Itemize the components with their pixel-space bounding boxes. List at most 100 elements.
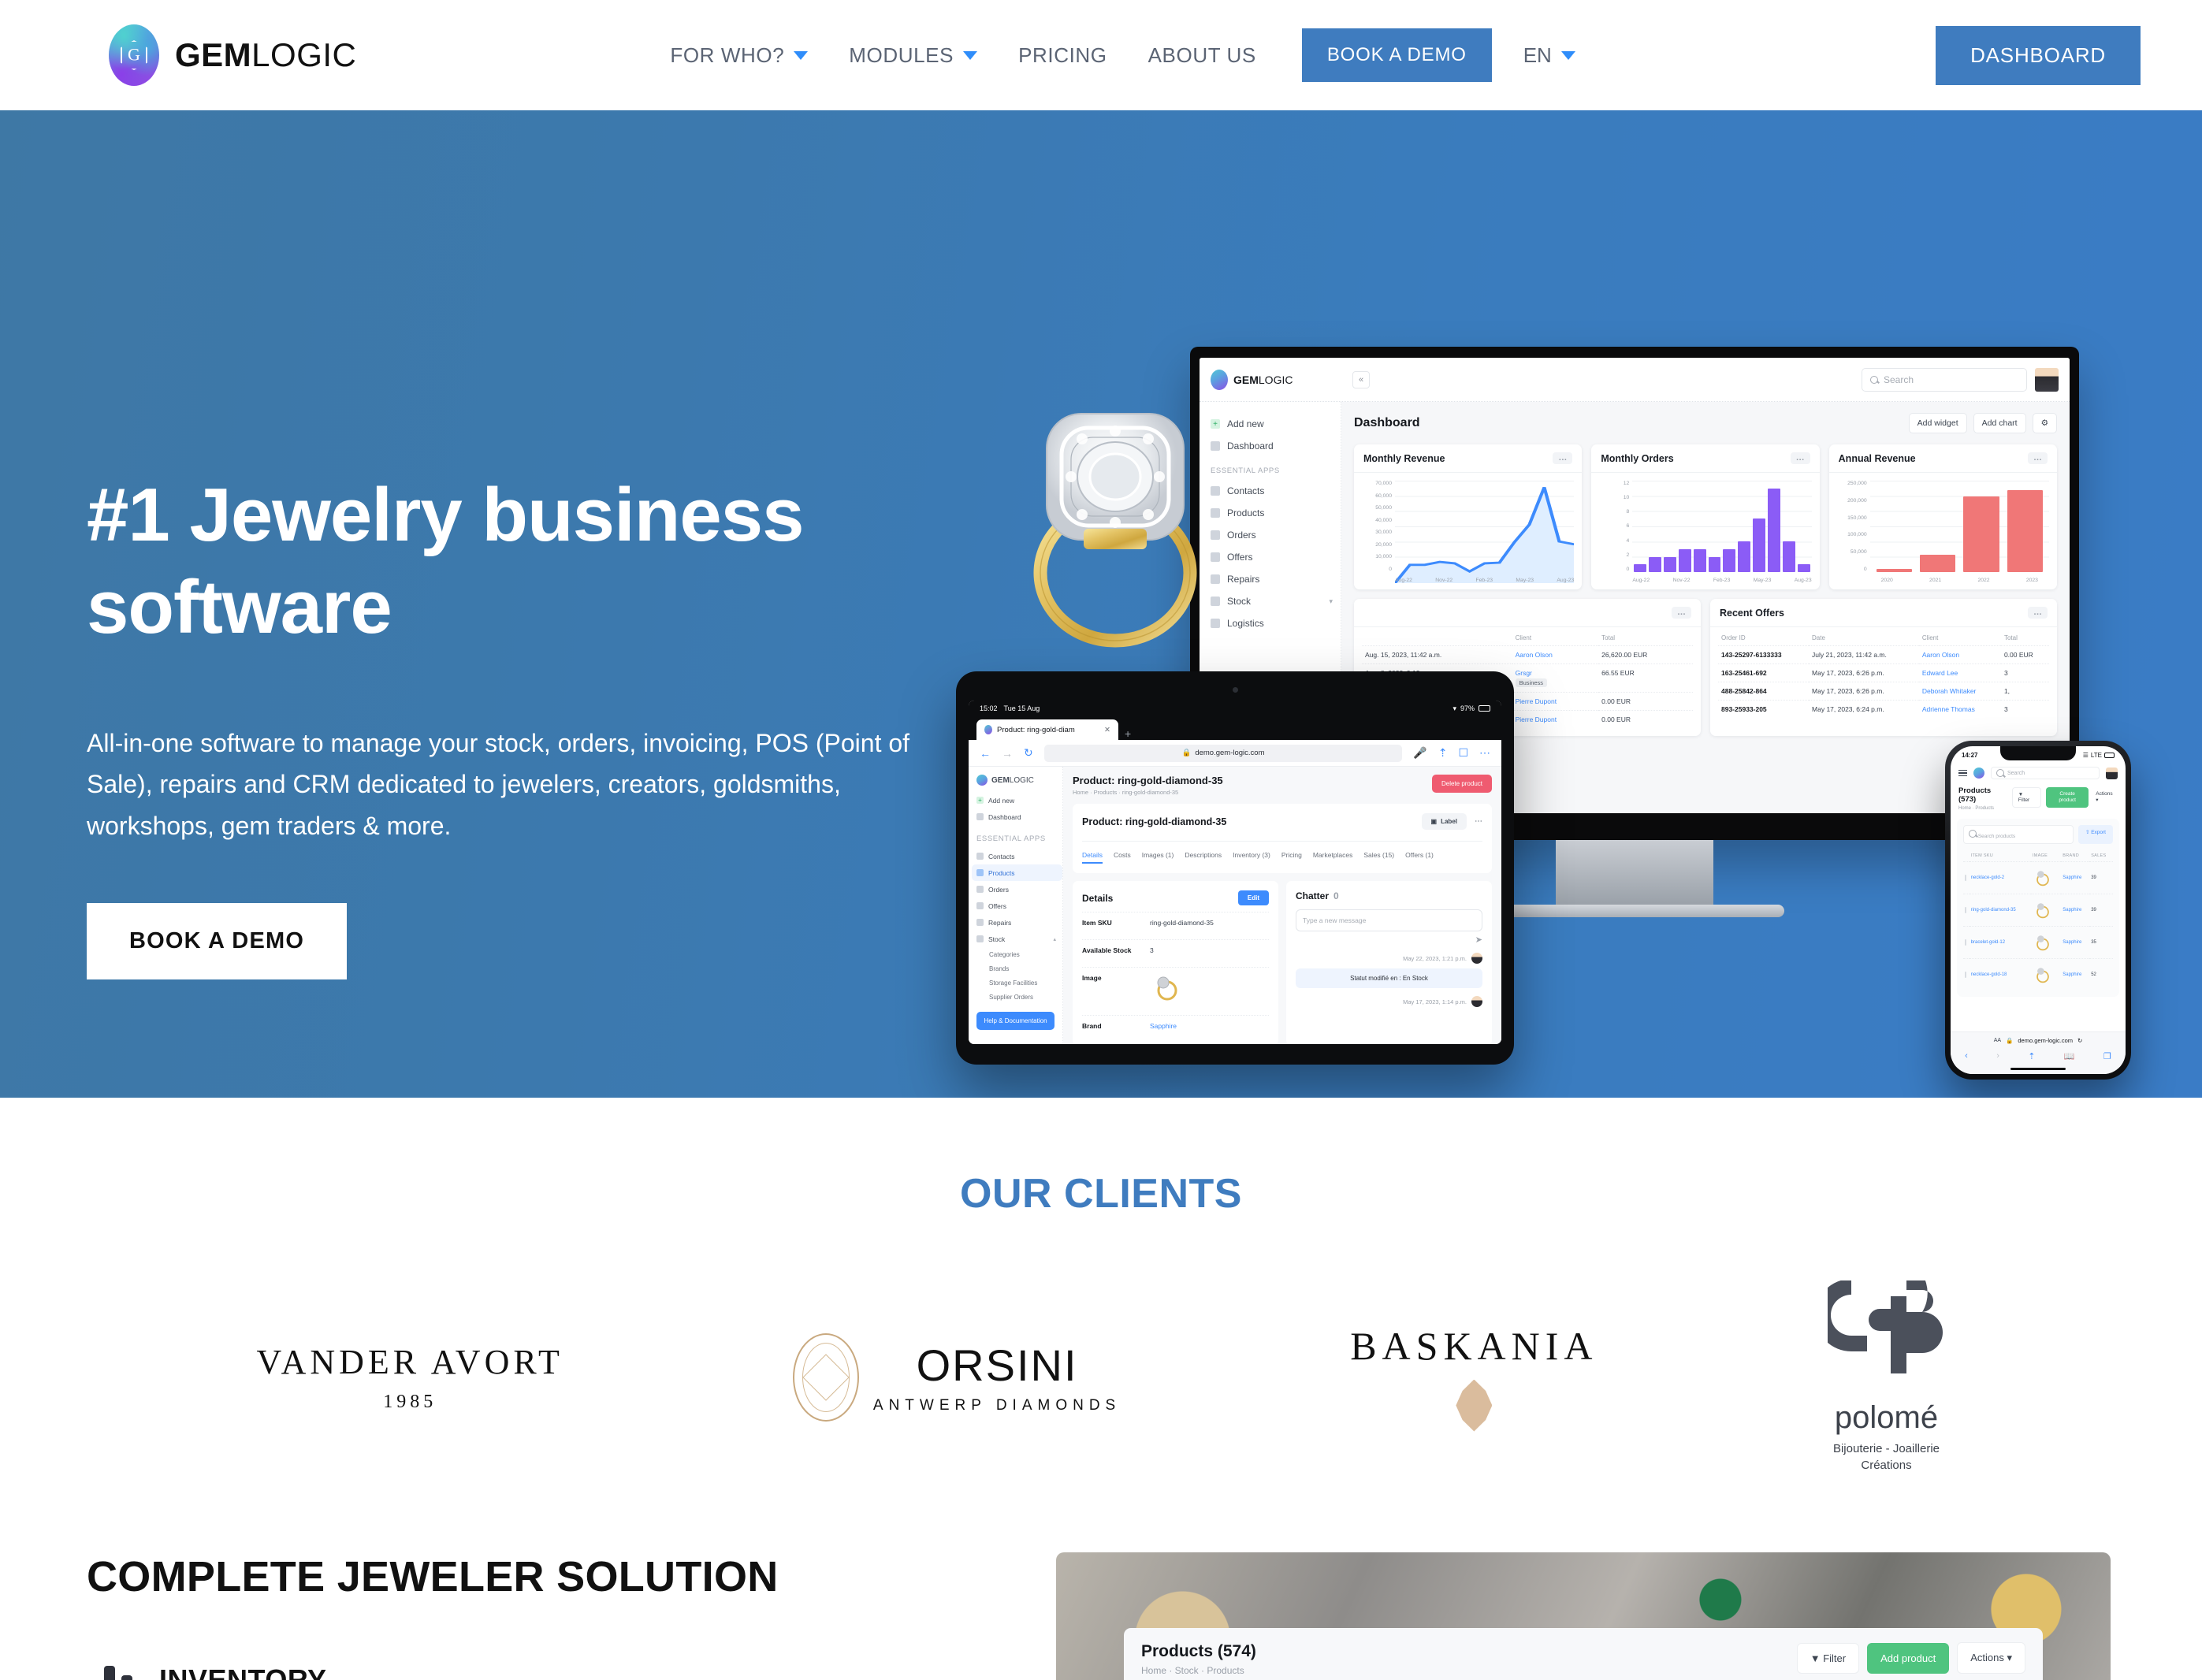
bookmarks-icon[interactable]: 📖 — [2064, 1051, 2075, 1061]
sidebar-subitem-supplier-orders[interactable]: Supplier Orders — [976, 990, 1062, 1004]
label-button[interactable]: ▣ Label — [1421, 813, 1467, 830]
microphone-icon[interactable]: 🎤 — [1413, 746, 1426, 760]
cell-sku: necklace-gold-18 — [1969, 957, 2031, 991]
dashboard-actions: Add widget Add chart ⚙ — [1908, 413, 2057, 433]
share-icon[interactable]: ⇡ — [1438, 746, 1448, 760]
tabs-icon[interactable]: ❐ — [2103, 1051, 2111, 1061]
address-bar[interactable]: 🔒 demo.gem-logic.com — [1043, 744, 1403, 762]
product-tab[interactable]: Costs — [1114, 851, 1131, 864]
back-icon[interactable]: ← — [980, 747, 991, 760]
chevron-down-icon — [794, 50, 809, 60]
table-row[interactable]: 893-25933-205 May 17, 2023, 6:24 p.m. Ad… — [1718, 700, 2049, 718]
reload-icon[interactable]: ↻ — [2077, 1037, 2082, 1044]
help-documentation-button[interactable]: Help & Documentation — [976, 1012, 1055, 1030]
back-icon[interactable]: ‹ — [1965, 1051, 1968, 1061]
hero-book-a-demo-button[interactable]: BOOK A DEMO — [87, 902, 348, 979]
forward-icon[interactable]: → — [1002, 747, 1013, 760]
create-product-button[interactable]: Create product — [2046, 787, 2089, 808]
chatter-card: Chatter 0 Type a new message ➤ May 22, 20… — [1286, 881, 1492, 1044]
brand-logo[interactable]: GEMLOGIC — [109, 24, 356, 86]
book-a-demo-button[interactable]: BOOK A DEMO — [1301, 28, 1492, 82]
more-icon[interactable]: ⋯ — [1479, 746, 1490, 760]
add-chart-button[interactable]: Add chart — [1973, 413, 2026, 433]
product-tab[interactable]: Images (1) — [1142, 851, 1174, 864]
sidebar-subitem-categories[interactable]: Categories — [976, 947, 1062, 961]
tabs-icon[interactable]: ☐ — [1458, 746, 1468, 760]
table-row[interactable]: ring-gold-diamond-35 Sapphire 39 — [1963, 893, 2113, 927]
filter-button[interactable]: ▼ Filter — [1796, 1642, 1860, 1674]
new-tab-icon[interactable]: + — [1125, 727, 1131, 740]
add-product-button[interactable]: Add product — [1867, 1642, 1950, 1674]
product-tab[interactable]: Pricing — [1281, 851, 1302, 864]
table-row[interactable]: 488-25842-864 May 17, 2023, 6:26 p.m. De… — [1718, 682, 2049, 701]
dashboard-button[interactable]: DASHBOARD — [1936, 25, 2141, 85]
forward-icon[interactable]: › — [1996, 1051, 1999, 1061]
sidebar-item-stock[interactable]: Stock ▴ — [976, 931, 1062, 947]
sidebar-item-offers[interactable]: Offers — [976, 898, 1062, 914]
nav-item-about-us[interactable]: ABOUT US — [1128, 43, 1277, 68]
avatar[interactable] — [2106, 767, 2118, 779]
product-tab[interactable]: Marketplaces — [1313, 851, 1353, 864]
product-tab[interactable]: Sales (15) — [1363, 851, 1394, 864]
table-row[interactable]: necklace-gold-2 Sapphire 39 — [1963, 860, 2113, 894]
product-tab[interactable]: Details — [1082, 851, 1103, 864]
product-tab[interactable]: Inventory (3) — [1233, 851, 1270, 864]
reload-icon[interactable]: ↻ — [1024, 746, 1033, 760]
browser-tab[interactable]: Product: ring-gold-diam ✕ — [976, 719, 1118, 740]
add-widget-button[interactable]: Add widget — [1908, 413, 1967, 433]
product-tab[interactable]: Descriptions — [1185, 851, 1222, 864]
sidebar-item-repairs[interactable]: Repairs — [976, 914, 1062, 931]
sidebar-collapse-button[interactable]: « — [1352, 370, 1370, 388]
row-checkbox[interactable] — [1963, 893, 1970, 927]
sidebar-item-products[interactable]: Products — [972, 864, 1062, 881]
field-value[interactable]: Sapphire — [1150, 1022, 1177, 1030]
language-selector[interactable]: EN — [1523, 43, 1575, 68]
row-checkbox[interactable] — [1963, 957, 1970, 991]
share-icon[interactable]: ⇡ — [2028, 1051, 2035, 1061]
text-size-icon[interactable]: AA — [1994, 1038, 2001, 1043]
card-menu-icon[interactable]: … — [1672, 607, 1691, 619]
sidebar-item-contacts[interactable]: Contacts — [976, 848, 1062, 864]
card-menu-icon[interactable]: … — [2027, 452, 2048, 464]
field-row: Item SKU ring-gold-diamond-35 — [1082, 912, 1269, 933]
table-row[interactable]: necklace-gold-18 Sapphire 52 — [1963, 957, 2113, 991]
table-row[interactable]: bracelet-gold-12 Sapphire 35 — [1963, 925, 2113, 959]
close-icon[interactable]: ✕ — [1104, 726, 1110, 734]
nav-item-pricing[interactable]: PRICING — [998, 43, 1128, 68]
hamburger-menu-icon[interactable] — [1958, 768, 1967, 779]
table-row[interactable]: 143-25297-6133333 July 21, 2023, 11:42 a… — [1718, 645, 2049, 664]
filter-button[interactable]: ▼ Filter — [2011, 787, 2042, 808]
nav-item-modules[interactable]: MODULES — [828, 43, 998, 68]
avatar[interactable] — [2035, 367, 2059, 392]
search-input[interactable]: Search — [1862, 367, 2027, 392]
more-icon[interactable]: ⋯ — [1475, 817, 1482, 826]
x-tick-label: 2022 — [1977, 578, 1990, 583]
sidebar-item-add-new[interactable]: + Add new — [976, 792, 1062, 808]
delete-product-button[interactable]: Delete product — [1431, 775, 1492, 793]
table-row[interactable]: Aug. 15, 2023, 11:42 a.m. Aaron Olson 26… — [1362, 645, 1693, 664]
feature-inventory[interactable]: INVENTORY — [87, 1658, 1056, 1680]
sidebar-item-dashboard[interactable]: Dashboard — [976, 808, 1062, 825]
sidebar-subitem-brands[interactable]: Brands — [976, 961, 1062, 976]
row-checkbox[interactable] — [1963, 925, 1970, 959]
nav-item-for-who[interactable]: FOR WHO? — [649, 43, 828, 68]
product-tab[interactable]: Offers (1) — [1405, 851, 1434, 864]
send-icon[interactable]: ➤ — [1296, 935, 1482, 945]
search-products-input[interactable]: Search products — [1963, 824, 2074, 844]
export-button[interactable]: ⇧ Export — [2077, 824, 2113, 844]
card-menu-icon[interactable]: … — [1553, 452, 1573, 464]
search-input[interactable]: Search — [1991, 767, 2100, 779]
column-header: BRAND — [2063, 853, 2080, 858]
gear-icon[interactable]: ⚙ — [2032, 413, 2057, 433]
edit-button[interactable]: Edit — [1237, 890, 1269, 905]
address-bar[interactable]: AA 🔒 demo.gem-logic.com ↻ — [1951, 1032, 2126, 1049]
card-menu-icon[interactable]: … — [2028, 607, 2048, 619]
actions-button[interactable]: Actions ▾ — [2093, 787, 2118, 807]
message-input[interactable]: Type a new message — [1296, 909, 1482, 931]
sidebar-subitem-storage-facilities[interactable]: Storage Facilities — [976, 976, 1062, 990]
sidebar-item-orders[interactable]: Orders — [976, 881, 1062, 898]
actions-button[interactable]: Actions ▾ — [1957, 1642, 2025, 1674]
row-checkbox[interactable] — [1963, 860, 1970, 894]
table-row[interactable]: 163-25461-692 May 17, 2023, 6:26 p.m. Ed… — [1718, 663, 2049, 682]
card-menu-icon[interactable]: … — [1790, 452, 1810, 464]
